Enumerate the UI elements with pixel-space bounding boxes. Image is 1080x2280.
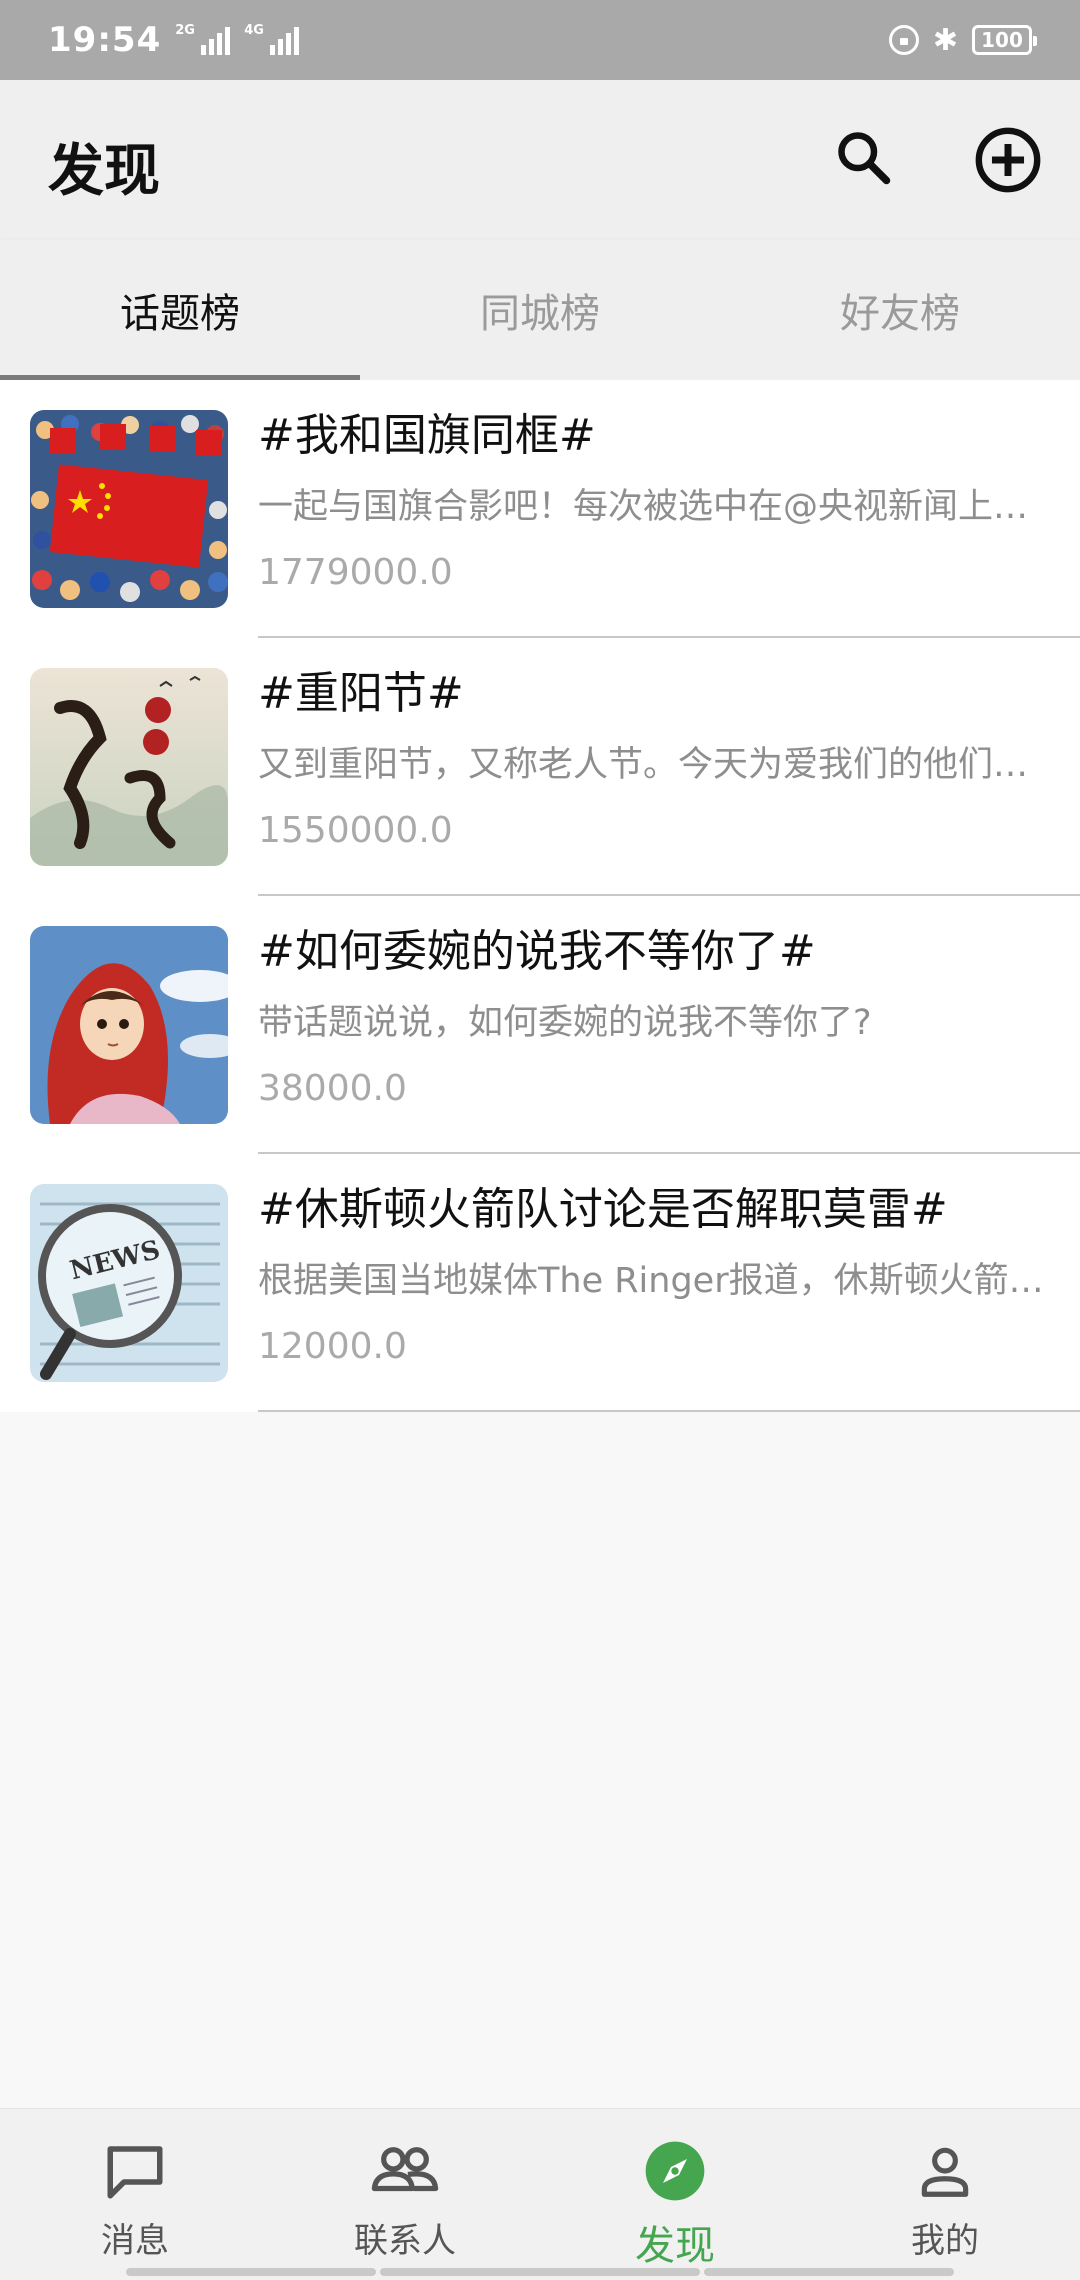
- topic-count: 12000.0: [258, 1326, 407, 1367]
- person-icon: [909, 2135, 981, 2207]
- bluetooth-icon: ✱: [932, 22, 958, 58]
- contacts-icon: [369, 2135, 441, 2207]
- topic-title: #重阳节#: [258, 668, 464, 719]
- message-icon: [99, 2135, 171, 2207]
- topic-item[interactable]: #如何委婉的说我不等你了# 带话题说说，如何委婉的说我不等你了? 38000.0: [0, 896, 1080, 1154]
- flag-crowd-image: [30, 410, 228, 608]
- nav-item-messages[interactable]: 消息: [0, 2109, 270, 2280]
- topic-title: #休斯顿火箭队讨论是否解职莫雷#: [258, 1184, 948, 1235]
- topic-desc: 一起与国旗合影吧！每次被选中在@央视新闻上进行展示: [258, 487, 1056, 527]
- topic-text: #我和国旗同框# 一起与国旗合影吧！每次被选中在@央视新闻上进行展示 17790…: [258, 406, 1056, 598]
- battery-icon: 100: [972, 25, 1037, 55]
- chongyang-calligraphy-image: [30, 668, 228, 866]
- topic-item[interactable]: #重阳节# 又到重阳节，又称老人节。今天为爱我们的他们送上祝福 1550000.…: [0, 638, 1080, 896]
- status-left: 19:54 2G 4G: [48, 20, 300, 60]
- status-bar: 19:54 2G 4G ✱ 100: [0, 0, 1080, 80]
- search-button[interactable]: [826, 120, 902, 196]
- tab-friends[interactable]: 好友榜: [720, 240, 1080, 380]
- topic-title: #如何委婉的说我不等你了#: [258, 926, 816, 977]
- add-circle-icon: [975, 127, 1041, 193]
- topic-item[interactable]: NEWS #休斯顿火箭队讨论是否解职莫雷# 根据美国当地媒体The Ringer…: [0, 1154, 1080, 1412]
- status-time: 19:54: [48, 20, 162, 60]
- nav-label: 联系人: [354, 2221, 456, 2261]
- nav-label: 发现: [635, 2223, 715, 2269]
- gesture-bar: [704, 2268, 954, 2276]
- divider: [258, 1410, 1080, 1412]
- topic-count: 38000.0: [258, 1068, 407, 1109]
- topic-desc: 带话题说说，如何委婉的说我不等你了?: [258, 1003, 872, 1043]
- rotation-lock-icon: [888, 25, 919, 55]
- newspaper-magnifier-image: NEWS: [30, 1184, 228, 1382]
- topic-list: #我和国旗同框# 一起与国旗合影吧！每次被选中在@央视新闻上进行展示 17790…: [0, 380, 1080, 1412]
- nav-item-me[interactable]: 我的: [810, 2109, 1080, 2280]
- topic-item[interactable]: #我和国旗同框# 一起与国旗合影吧！每次被选中在@央视新闻上进行展示 17790…: [0, 380, 1080, 638]
- gesture-bar: [126, 2268, 376, 2276]
- bottom-nav: 消息 联系人 发现 我的: [0, 2108, 1080, 2280]
- topic-text: #重阳节# 又到重阳节，又称老人节。今天为爱我们的他们送上祝福 1550000.…: [258, 664, 1056, 856]
- signal-sim1-icon: 2G: [175, 23, 231, 55]
- topic-count: 1550000.0: [258, 810, 453, 851]
- app-bar: 发现: [0, 80, 1080, 240]
- cartoon-girl-image: [30, 926, 228, 1124]
- topic-text: #休斯顿火箭队讨论是否解职莫雷# 根据美国当地媒体The Ringer报道，休斯…: [258, 1180, 1056, 1372]
- add-button[interactable]: [968, 120, 1048, 200]
- signal-sim2-icon: 4G: [244, 23, 300, 55]
- search-icon: [838, 132, 891, 185]
- nav-label: 消息: [101, 2221, 169, 2261]
- topic-text: #如何委婉的说我不等你了# 带话题说说，如何委婉的说我不等你了? 38000.0: [258, 922, 1056, 1114]
- tab-topics[interactable]: 话题榜: [0, 240, 360, 380]
- topic-desc: 又到重阳节，又称老人节。今天为爱我们的他们送上祝福: [258, 745, 1056, 785]
- tab-local[interactable]: 同城榜: [360, 240, 720, 380]
- nav-item-discover[interactable]: 发现: [540, 2109, 810, 2280]
- topic-title: #我和国旗同框#: [258, 410, 596, 461]
- topic-desc: 根据美国当地媒体The Ringer报道，休斯顿火箭队讨论: [258, 1261, 1056, 1301]
- gesture-bar: [380, 2268, 700, 2276]
- page-title: 发现: [48, 139, 160, 204]
- topic-count: 1779000.0: [258, 552, 453, 593]
- status-right: ✱ 100: [888, 22, 1037, 58]
- compass-icon: [639, 2135, 711, 2207]
- nav-item-contacts[interactable]: 联系人: [270, 2109, 540, 2280]
- tab-bar: 话题榜 同城榜 好友榜: [0, 240, 1080, 380]
- nav-label: 我的: [911, 2221, 979, 2261]
